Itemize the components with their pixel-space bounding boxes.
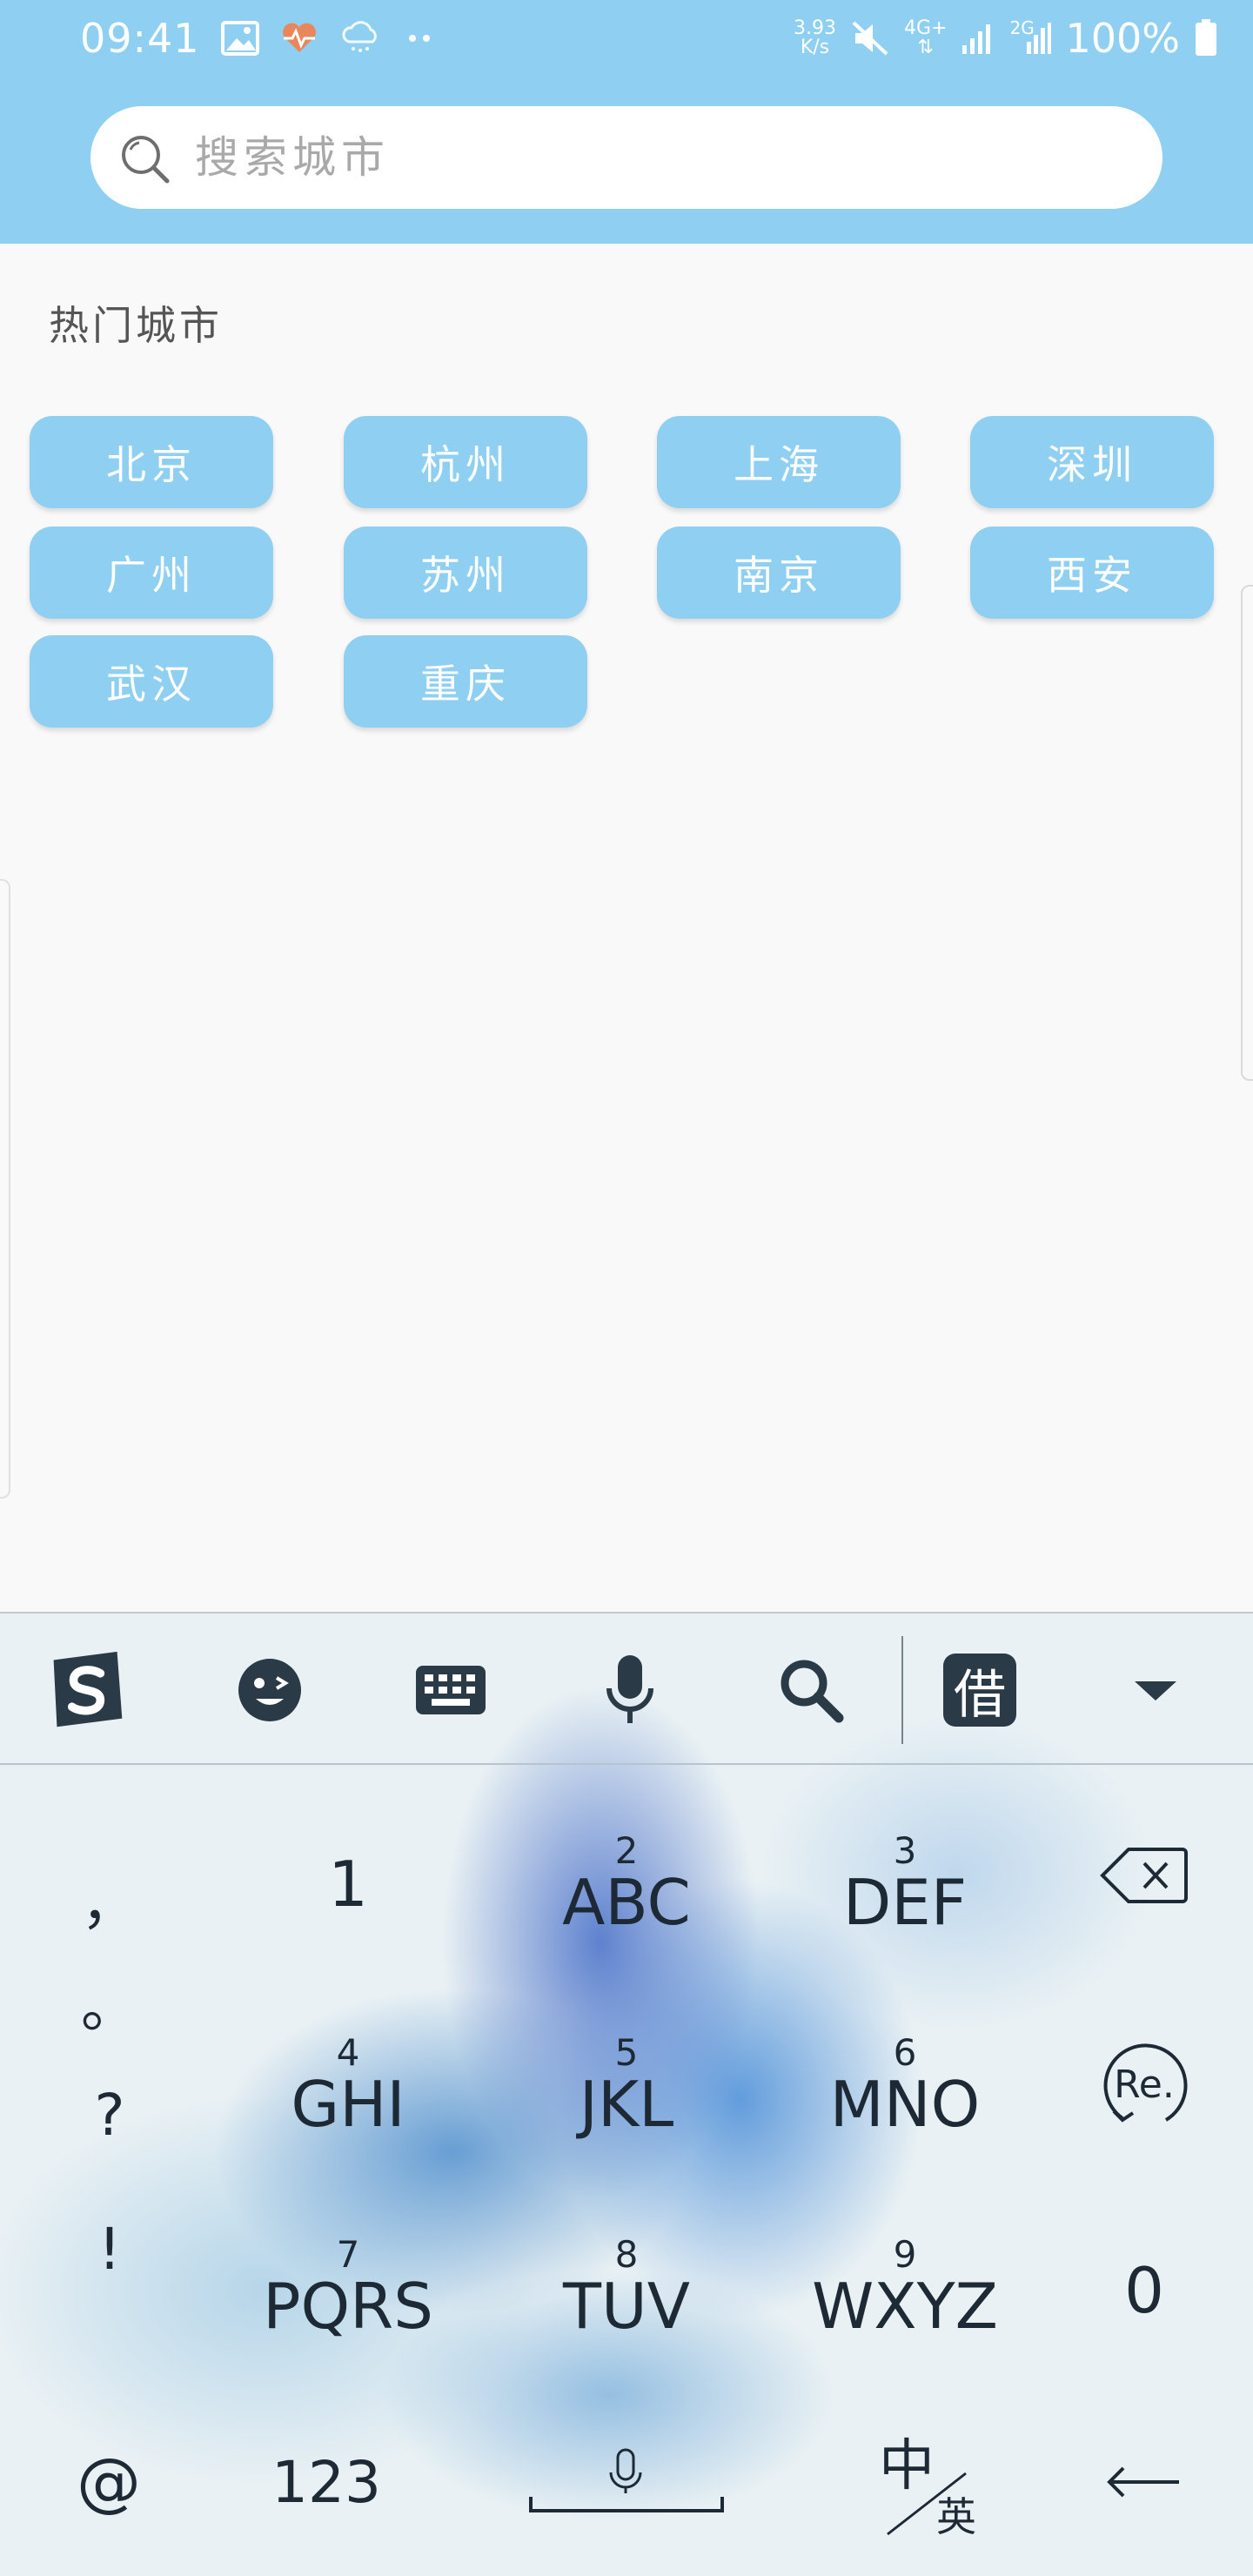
cloud-rain-icon	[339, 21, 381, 56]
key-3-def[interactable]: 3 DEF	[792, 1801, 1018, 1967]
sogou-logo-icon[interactable]	[45, 1648, 129, 1732]
city-button[interactable]: 重庆	[344, 635, 587, 728]
signal-2g: 2G	[1009, 17, 1052, 56]
heart-rate-icon	[280, 21, 318, 56]
status-bar: 09:41 3.93 K/s 4G+ ⇅ 2G 100%	[0, 0, 1253, 77]
borrow-label: 借	[943, 1654, 1016, 1727]
net-2g-label: 2G	[1009, 17, 1035, 38]
key-letters: ABC	[562, 1866, 691, 1939]
punct-question-key[interactable]: ?	[75, 2082, 144, 2149]
net-4g-label: 4G+	[904, 17, 948, 39]
toolbar-divider	[901, 1636, 903, 1744]
city-button[interactable]: 北京	[30, 416, 273, 508]
punct-exclaim-key[interactable]: !	[75, 2216, 144, 2283]
battery-percent: 100%	[1065, 15, 1180, 62]
key-2-abc[interactable]: 2 ABC	[513, 1801, 740, 1967]
key-number: 9	[893, 2233, 917, 2276]
city-button[interactable]: 深圳	[970, 416, 1214, 508]
key-0[interactable]: 0	[1079, 2221, 1209, 2360]
signal-icon	[961, 21, 995, 56]
key-letters: PQRS	[263, 2270, 433, 2343]
key-number: 7	[336, 2233, 360, 2276]
key-letters: JKL	[579, 2068, 674, 2141]
mute-icon	[850, 19, 890, 57]
hot-cities-title: 热门城市	[49, 302, 223, 349]
emoji-icon[interactable]	[228, 1648, 312, 1732]
enter-icon	[1107, 2466, 1179, 2498]
net-speed: 3.93 K/s	[794, 19, 836, 57]
backspace-icon	[1100, 1848, 1188, 1903]
key-letters: DEF	[842, 1866, 968, 1939]
key-letters: GHI	[291, 2068, 405, 2141]
search-icon	[117, 131, 172, 186]
key-letters: 0	[1124, 2254, 1164, 2327]
key-6-mno[interactable]: 6 MNO	[792, 2003, 1018, 2169]
status-right: 3.93 K/s 4G+ ⇅ 2G 100%	[794, 12, 1218, 64]
space-key[interactable]	[522, 2421, 731, 2543]
status-left: 09:41	[80, 12, 437, 64]
city-button[interactable]: 上海	[657, 416, 901, 508]
data-arrows-icon: ⇅	[917, 37, 934, 58]
language-switch-key[interactable]: 中 英	[853, 2412, 1009, 2552]
key-number: 2	[614, 1829, 639, 1872]
city-button[interactable]: 武汉	[30, 635, 273, 728]
collapse-icon[interactable]	[1114, 1648, 1197, 1732]
symbols-key[interactable]: @	[52, 2421, 165, 2543]
city-button[interactable]: 南京	[657, 527, 901, 619]
numbers-label: 123	[271, 2448, 381, 2516]
city-button[interactable]: 广州	[30, 527, 273, 619]
key-letters: WXYZ	[812, 2270, 998, 2343]
key-9-wxyz[interactable]: 9 WXYZ	[792, 2205, 1018, 2371]
soft-keyboard: 借 ， 。 ? ! 1 2 ABC 3 DEF 4 GHI 5 JKL 6 MN…	[0, 1612, 1253, 2576]
city-button[interactable]: 西安	[970, 527, 1214, 619]
key-number: 6	[893, 2031, 917, 2074]
borrow-icon[interactable]: 借	[938, 1648, 1022, 1732]
edge-panel-handle[interactable]	[1241, 585, 1253, 1081]
keyboard-toolbar: 借	[0, 1612, 1253, 1765]
net-speed-value: 3.93	[794, 17, 836, 39]
edge-panel-handle-left[interactable]	[0, 879, 10, 1499]
city-button[interactable]: 苏州	[344, 527, 587, 619]
key-7-pqrs[interactable]: 7 PQRS	[235, 2205, 461, 2371]
at-label: @	[77, 2445, 141, 2519]
enter-key[interactable]	[1079, 2421, 1209, 2543]
city-button[interactable]: 杭州	[344, 416, 587, 508]
search-bar[interactable]	[90, 106, 1163, 209]
app-header: 09:41 3.93 K/s 4G+ ⇅ 2G 100% 搜索城市	[0, 0, 1253, 244]
key-letters: MNO	[829, 2068, 981, 2141]
key-number: 8	[614, 2233, 639, 2276]
keyboard-icon[interactable]	[409, 1648, 492, 1732]
key-8-tuv[interactable]: 8 TUV	[513, 2205, 740, 2371]
lang-divider-icon	[887, 2472, 967, 2536]
key-4-ghi[interactable]: 4 GHI	[235, 2003, 461, 2169]
microphone-icon[interactable]	[588, 1648, 672, 1732]
reenter-key[interactable]: Re.	[1079, 2021, 1209, 2151]
search-icon[interactable]	[769, 1648, 853, 1732]
reenter-label: Re.	[1114, 2063, 1175, 2107]
more-dots-icon	[402, 30, 437, 47]
key-number: 5	[614, 2031, 639, 2074]
numbers-key[interactable]: 123	[252, 2421, 400, 2543]
battery-icon	[1194, 19, 1218, 57]
punct-comma-key[interactable]: ，	[75, 1857, 144, 1941]
space-bar-icon	[529, 2448, 724, 2512]
key-letters: TUV	[563, 2270, 690, 2343]
net-speed-unit: K/s	[800, 37, 830, 58]
backspace-key[interactable]	[1079, 1819, 1209, 1932]
search-input[interactable]	[193, 124, 1133, 191]
key-letters: 1	[328, 1848, 368, 1921]
status-time: 09:41	[80, 15, 200, 62]
net-4g: 4G+ ⇅	[904, 19, 947, 57]
punct-period-key[interactable]: 。	[75, 1960, 144, 2043]
key-number: 3	[893, 1829, 917, 1872]
key-number: 4	[336, 2031, 360, 2074]
gallery-icon	[220, 21, 259, 56]
key-5-jkl[interactable]: 5 JKL	[513, 2003, 740, 2169]
key-1[interactable]: 1	[235, 1801, 461, 1967]
lang-en-label: 英	[936, 2493, 976, 2540]
